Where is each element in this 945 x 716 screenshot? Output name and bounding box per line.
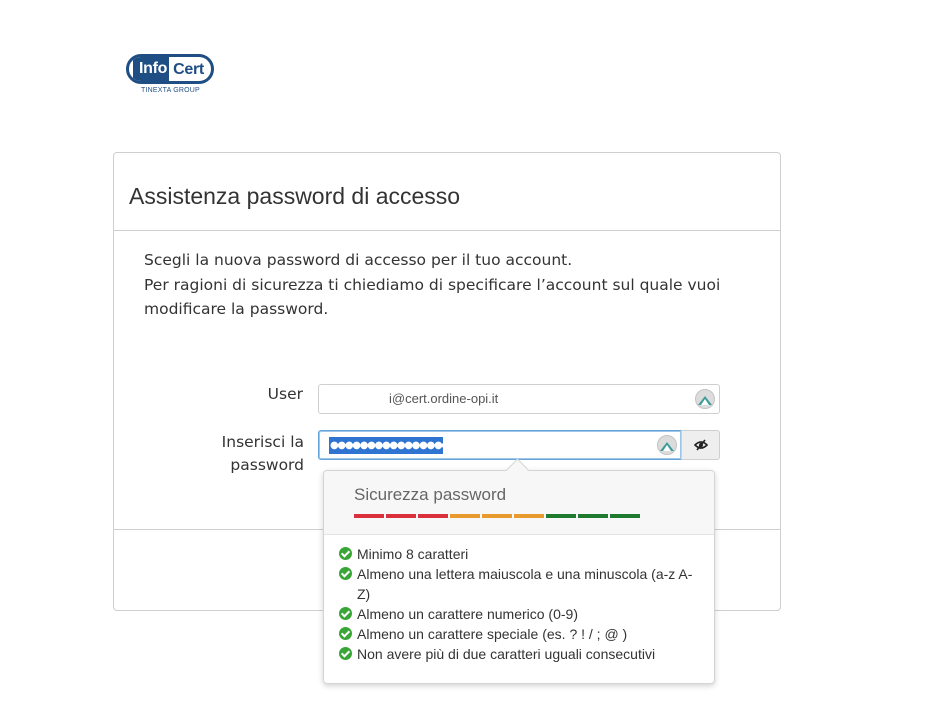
user-field[interactable]: i@cert.ordine-opi.it xyxy=(318,384,720,414)
strength-segment xyxy=(450,514,480,518)
strength-title: Sicurezza password xyxy=(354,485,507,504)
strength-segment xyxy=(610,514,640,518)
check-circle-icon xyxy=(339,567,352,580)
check-circle-icon xyxy=(339,647,352,660)
eye-slash-icon xyxy=(693,439,708,451)
page-title: Assistenza password di accesso xyxy=(129,183,461,209)
strength-segment xyxy=(546,514,576,518)
requirement-item: Minimo 8 caratteri xyxy=(339,544,704,564)
strength-segment xyxy=(418,514,448,518)
strength-segment xyxy=(578,514,608,518)
requirements-list: Minimo 8 caratteri Almeno una lettera ma… xyxy=(339,544,704,664)
intro-line-2: Per ragioni di sicurezza ti chiediamo di… xyxy=(144,275,721,319)
check-circle-icon xyxy=(339,607,352,620)
strength-meter xyxy=(354,514,640,518)
logo-brand-right: Cert xyxy=(173,61,204,78)
toggle-password-visibility-button[interactable] xyxy=(681,430,720,460)
requirement-item: Non avere più di due caratteri uguali co… xyxy=(339,644,704,664)
requirement-item: Almeno un carattere numerico (0-9) xyxy=(339,604,704,624)
strength-segment xyxy=(386,514,416,518)
strength-segment xyxy=(514,514,544,518)
password-strength-popover: Sicurezza password Minimo 8 caratteri Al… xyxy=(323,458,715,684)
strength-header: Sicurezza password xyxy=(324,458,714,535)
logo-brand-left: Info xyxy=(139,60,168,77)
header-divider xyxy=(114,230,780,231)
password-label-line-1: Inserisci la xyxy=(221,433,304,451)
password-manager-icon[interactable] xyxy=(657,435,677,455)
logo-badge: Info Cert xyxy=(126,54,214,84)
user-label: User xyxy=(267,385,303,403)
password-label: Inserisci la password xyxy=(214,431,304,477)
requirement-item: Almeno un carattere speciale (es. ? ! / … xyxy=(339,624,704,644)
infocert-logo: Info Cert TINEXTA GROUP xyxy=(126,54,218,98)
requirement-item: Almeno una lettera maiuscola e una minus… xyxy=(339,564,704,604)
check-circle-icon xyxy=(339,627,352,640)
password-manager-icon[interactable] xyxy=(695,389,715,409)
strength-segment xyxy=(354,514,384,518)
logo-group-text: TINEXTA GROUP xyxy=(141,87,200,94)
password-value: ●●●●●●●●●●●●●●●● xyxy=(329,437,443,454)
user-field-value: i@cert.ordine-opi.it xyxy=(389,391,499,406)
password-label-line-2: password xyxy=(230,456,304,474)
check-circle-icon xyxy=(339,547,352,560)
password-field[interactable]: ●●●●●●●●●●●●●●●● xyxy=(318,430,682,460)
intro-line-1: Scegli la nuova password di accesso per … xyxy=(144,251,573,269)
intro-text: Scegli la nuova password di accesso per … xyxy=(144,248,744,322)
strength-segment xyxy=(482,514,512,518)
